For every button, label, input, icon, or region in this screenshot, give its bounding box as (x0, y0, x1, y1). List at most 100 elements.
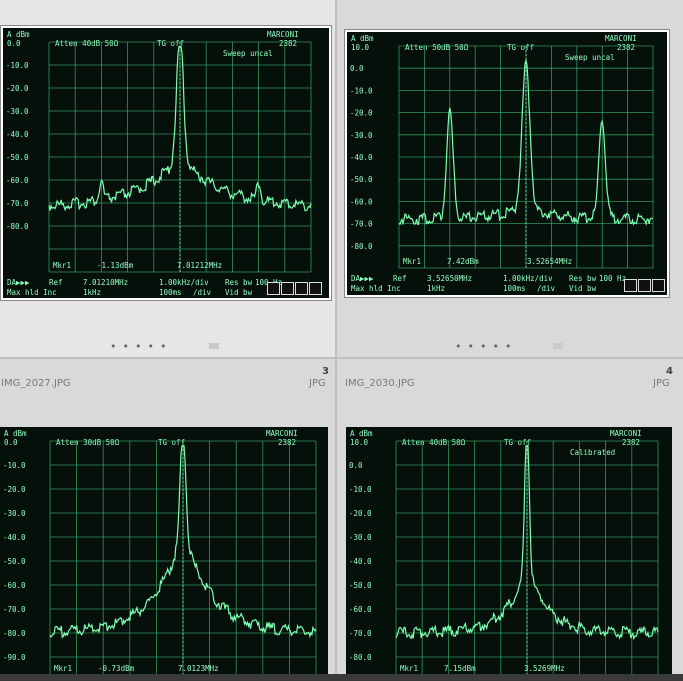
sweep-status-label: Calibrated (570, 448, 615, 457)
rating-dots[interactable]: ••••• (455, 340, 517, 353)
y-tick-label: -60.0 (3, 581, 26, 590)
photo-thumbnail[interactable]: A dBm MARCONI 0.0 Atten 30dB 50Ω TG off 2382 -… (0, 427, 328, 674)
spectrum-analyzer-screen: A dBm MARCONI0.0 Atten 40dB 50Ω TG off 2382S… (3, 28, 329, 298)
y-tick-label: -70.0 (3, 605, 26, 614)
settings-readout: 100ms (503, 284, 526, 293)
settings-readout: 1.00kHz/div (503, 274, 553, 283)
grid-divider-vertical (335, 0, 337, 681)
sweep-status-label: Sweep uncal (565, 53, 615, 62)
y-tick-label: -30.0 (3, 509, 26, 518)
marker-frequency-value: 7.01212MHz (177, 261, 222, 270)
flag-icon[interactable] (267, 282, 280, 295)
attenuation-label: Atten 40dB 50Ω (55, 39, 119, 48)
y-tick-label: -40.0 (350, 153, 373, 162)
settings-readout: 1.00kHz/div (159, 278, 209, 287)
scale-unit-label: A dBm (7, 30, 30, 39)
spectrum-analyzer-screen: A dBm MARCONI10.0 Atten 40dB 50Ω TG off 2382… (346, 427, 672, 674)
keyword-icon[interactable] (281, 282, 294, 295)
attenuation-label: Atten 40dB 50Ω (402, 438, 466, 447)
y-tick-label: -70.0 (6, 199, 29, 208)
y-tick-label: -20.0 (3, 485, 26, 494)
y-tick-label: -60.0 (350, 197, 373, 206)
settings-readout: Ref (393, 274, 407, 283)
color-label-icon[interactable] (209, 343, 219, 349)
y-tick-label: -80.0 (349, 653, 372, 662)
y-tick-label: -80.0 (6, 222, 29, 231)
y-tick-label: -70.0 (350, 220, 373, 229)
scale-unit-label: A dBm (4, 429, 27, 438)
ref-level-label: 10.0 (350, 438, 369, 447)
rating-dots[interactable]: ••••• (110, 340, 172, 353)
crop-icon[interactable] (638, 279, 651, 292)
screen-background (3, 28, 329, 298)
develop-icon[interactable] (309, 282, 322, 295)
settings-readout: Vid bw (225, 288, 253, 297)
file-name: IMG_2027.JPG (1, 378, 71, 389)
y-tick-label: -20.0 (349, 509, 372, 518)
y-tick-label: -50.0 (349, 581, 372, 590)
cell-index: 4 (666, 366, 673, 377)
file-name: IMG_2030.JPG (345, 378, 415, 389)
marker-frequency-value: 7.0123MHz (178, 664, 219, 673)
keyword-icon[interactable] (624, 279, 637, 292)
y-tick-label: -30.0 (350, 131, 373, 140)
marker-level-value: 7.42dBm (447, 257, 479, 266)
model-label: 2382 (622, 438, 640, 447)
y-tick-label: 0.0 (349, 461, 363, 470)
settings-readout: Res bw (569, 274, 597, 283)
thumbnail-cell-3[interactable]: IMG_2027.JPG 3 JPG A dBm MARCONI 0.0 Atten … (0, 359, 335, 674)
brand-label: MARCONI (610, 429, 642, 438)
marker-frequency-value: 3.5269MHz (524, 664, 565, 673)
ref-level-label: 10.0 (351, 43, 370, 52)
y-tick-label: -40.0 (349, 557, 372, 566)
sweep-status-label: Sweep uncal (223, 49, 273, 58)
color-label-icon[interactable] (553, 343, 563, 349)
settings-readout: 100 Hz (599, 274, 626, 283)
settings-readout: Vid bw (569, 284, 597, 293)
settings-readout: DA▶▶▶ (351, 274, 374, 283)
file-type: JPG (309, 378, 326, 389)
marker-frequency-value: 3.52654MHz (527, 257, 572, 266)
thumbnail-cell-1[interactable]: A dBm MARCONI 0.0 Atten 40dB 50Ω TG off 2382 S… (0, 0, 335, 357)
y-tick-label: -50.0 (3, 557, 26, 566)
settings-readout: /div (537, 284, 556, 293)
model-label: 2382 (279, 39, 297, 48)
settings-readout: /div (193, 288, 212, 297)
y-tick-label: -70.0 (349, 629, 372, 638)
spectrum-analyzer-screen: A dBm MARCONI 10.0 Atten 50dB 50Ω TG off 2382… (347, 32, 667, 295)
y-tick-label: -10.0 (3, 461, 26, 470)
y-tick-label: 0.0 (350, 64, 364, 73)
marker-level-value: -1.13dBm (97, 261, 134, 270)
y-tick-label: -50.0 (350, 175, 373, 184)
settings-readout: Ref (49, 278, 63, 287)
y-tick-label: -40.0 (3, 533, 26, 542)
thumbnail-cell-4[interactable]: IMG_2030.JPG 4 JPG A dBm MARCONI 10.0 Atten… (337, 359, 683, 674)
thumbnail-badges (624, 279, 665, 292)
settings-readout: 3.52650MHz (427, 274, 472, 283)
y-tick-label: -10.0 (350, 86, 373, 95)
marker-label: Mkr1 (54, 664, 72, 673)
marker-label: Mkr1 (53, 261, 71, 270)
photo-thumbnail[interactable]: A dBm MARCONI 10.0 Atten 50dB 50Ω TG off 2382… (345, 30, 669, 297)
develop-icon[interactable] (652, 279, 665, 292)
settings-readout: 7.01210MHz (83, 278, 128, 287)
y-tick-label: -30.0 (6, 107, 29, 116)
y-tick-label: -80.0 (350, 242, 373, 251)
photo-thumbnail[interactable]: A dBm MARCONI 10.0 Atten 40dB 50Ω TG off 2382… (346, 427, 672, 674)
photo-thumbnail[interactable]: A dBm MARCONI 0.0 Atten 40dB 50Ω TG off 2382 S… (1, 26, 331, 300)
attenuation-label: Atten 30dB 50Ω (56, 438, 120, 447)
filmstrip-edge (0, 674, 683, 681)
settings-readout: Max hld Inc (351, 284, 401, 293)
tracking-generator-label: TG off (507, 43, 534, 52)
thumbnail-badges (267, 282, 322, 295)
thumbnail-cell-2[interactable]: A dBm MARCONI 10.0 Atten 50dB 50Ω TG off 2382… (337, 0, 683, 357)
y-tick-label: -60.0 (6, 176, 29, 185)
y-tick-label: -10.0 (6, 61, 29, 70)
brand-label: MARCONI (267, 30, 299, 39)
y-tick-label: -20.0 (6, 84, 29, 93)
ref-level-label: 0.0 (4, 438, 18, 447)
ref-level-label: 0.0 (7, 39, 21, 48)
model-label: 2382 (617, 43, 635, 52)
crop-icon[interactable] (295, 282, 308, 295)
y-tick-label: -30.0 (349, 533, 372, 542)
